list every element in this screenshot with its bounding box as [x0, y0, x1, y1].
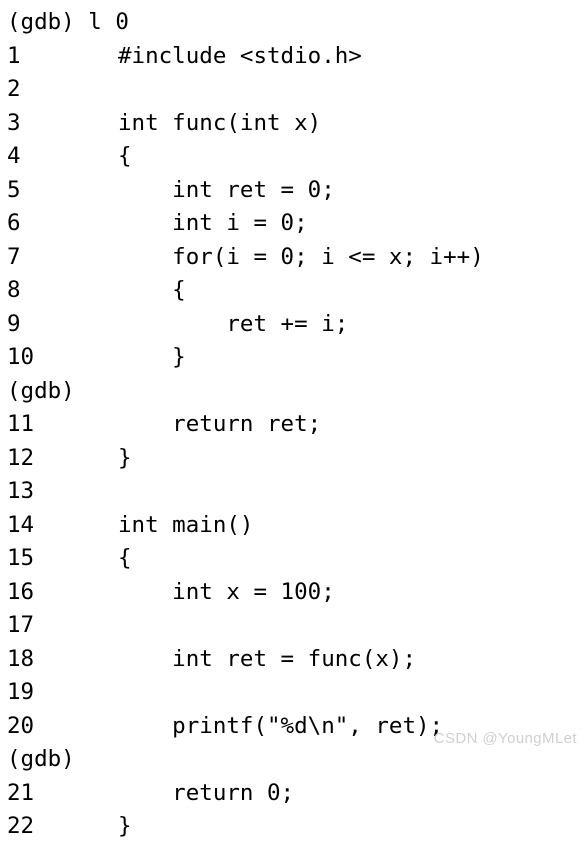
source-line: 10 } [0, 341, 586, 375]
source-line: 14 int main() [0, 509, 586, 543]
source-line-code: #include <stdio.h> [118, 42, 362, 69]
source-line-code: int x = 100; [118, 578, 335, 605]
source-line-code: { [118, 277, 186, 303]
source-line-number: 4 [7, 143, 21, 169]
source-line: 9 ret += i; [0, 308, 586, 342]
gdb-prompt-line: (gdb) [0, 375, 586, 409]
source-line-number: 22 [7, 813, 35, 839]
source-line-code: return ret; [118, 411, 322, 437]
source-line: 1 #include <stdio.h> [0, 40, 586, 74]
source-line: 8 { [0, 274, 586, 308]
source-line-code: printf("%d\n", ret); [118, 712, 444, 739]
source-line-code: { [118, 143, 132, 169]
gdb-prompt-line: (gdb) [0, 743, 586, 777]
gdb-prompt-text: (gdb) l 0 [7, 9, 129, 35]
source-line: 13 [0, 475, 586, 509]
source-line-code: int ret = func(x); [118, 645, 417, 672]
source-line: 6 int i = 0; [0, 207, 586, 241]
source-line-number: 20 [7, 712, 35, 739]
source-line-code: return 0; [118, 779, 295, 806]
source-line-code: } [118, 344, 186, 370]
source-line: 17 [0, 609, 586, 643]
source-line-number: 7 [7, 243, 21, 270]
source-line: 16 int x = 100; [0, 576, 586, 610]
source-line-code: int func(int x) [118, 109, 322, 136]
source-line: 3 int func(int x) [0, 107, 586, 141]
source-line-number: 3 [7, 109, 21, 136]
source-line-number: 14 [7, 511, 35, 538]
source-line: 2 [0, 73, 586, 107]
source-line-code: int ret = 0; [118, 176, 335, 203]
source-line: 19 [0, 676, 586, 710]
source-line-number: 9 [7, 310, 21, 337]
source-line-code: int i = 0; [118, 210, 308, 236]
source-line: 22} [0, 810, 586, 844]
gdb-prompt-text: (gdb) [7, 377, 75, 404]
source-line-number: 18 [7, 645, 35, 672]
source-line: 21 return 0; [0, 777, 586, 811]
source-line-number: 11 [7, 411, 35, 437]
source-line-number: 17 [7, 612, 35, 638]
source-line-code: } [118, 813, 132, 839]
source-line: 5 int ret = 0; [0, 174, 586, 208]
source-line-number: 19 [7, 679, 35, 705]
source-line-number: 5 [7, 176, 21, 203]
source-line: 11 return ret; [0, 408, 586, 442]
source-line-number: 6 [7, 210, 21, 236]
source-line-code: for(i = 0; i <= x; i++) [118, 243, 484, 270]
source-line-number: 10 [7, 344, 35, 370]
csdn-watermark: CSDN @YoungMLet [433, 730, 577, 747]
gdb-terminal-output[interactable]: (gdb) l 0 1 #include <stdio.h> 2 3 int func(i… [0, 0, 586, 844]
source-line-number: 2 [7, 76, 21, 102]
gdb-prompt-text: (gdb) [7, 746, 75, 772]
source-line-code: int main() [118, 511, 254, 538]
source-line-number: 16 [7, 578, 35, 605]
source-line: 18 int ret = func(x); [0, 643, 586, 677]
source-line-number: 1 [7, 42, 21, 69]
source-line-number: 21 [7, 779, 35, 806]
source-line-number: 13 [7, 478, 35, 504]
source-line: 15 { [0, 542, 586, 576]
source-line: 12} [0, 442, 586, 476]
source-line-code: { [118, 545, 132, 571]
source-line-code: } [118, 444, 132, 471]
source-line-number: 8 [7, 277, 21, 303]
source-line: 7 for(i = 0; i <= x; i++) [0, 241, 586, 275]
gdb-prompt-line: (gdb) l 0 [0, 6, 586, 40]
source-line-number: 12 [7, 444, 35, 471]
source-line-number: 15 [7, 545, 35, 571]
source-line-code: ret += i; [118, 310, 349, 337]
source-line: 4{ [0, 140, 586, 174]
